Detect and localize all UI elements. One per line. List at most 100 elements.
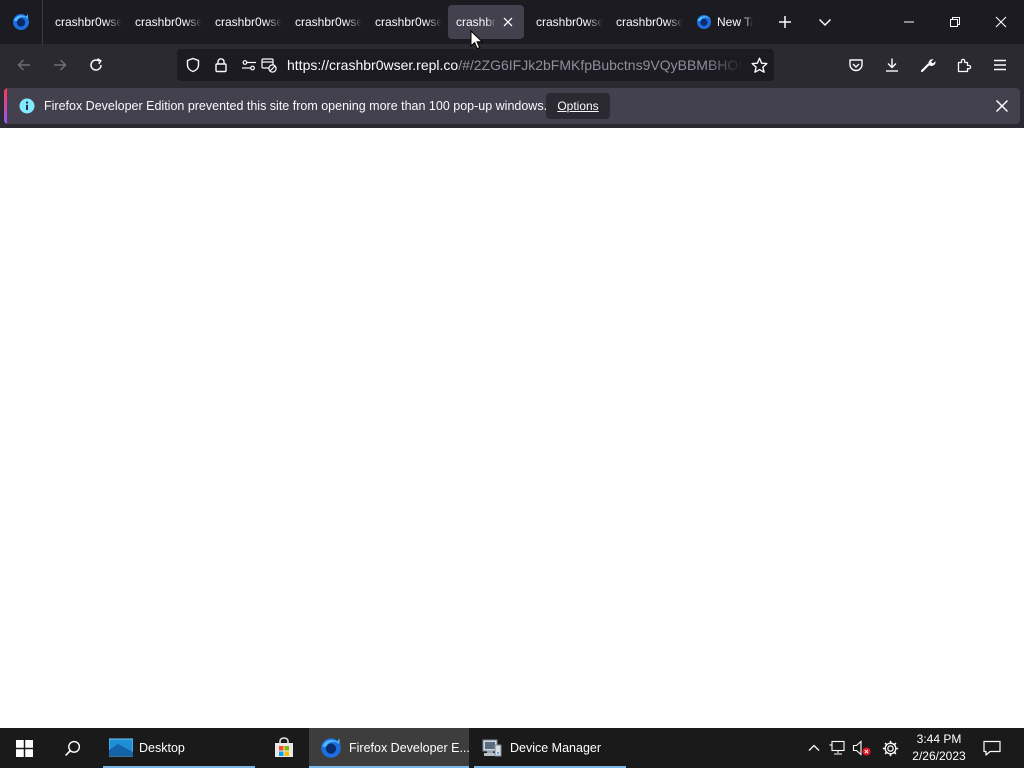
chevron-down-icon	[818, 18, 832, 27]
pocket-button[interactable]	[840, 49, 872, 81]
clock-date: 2/26/2023	[912, 749, 966, 763]
window-minimize-button[interactable]	[886, 0, 932, 44]
desktop-icon	[109, 736, 133, 760]
hamburger-menu-icon	[994, 59, 1006, 71]
taskbar-item-label: Firefox Developer E...	[349, 741, 470, 755]
url-path: /#/2ZG6IFJk2bFMKfpBubctns9VQyBBMBHOID	[458, 57, 743, 73]
url-bar[interactable]: https://crashbr0wser.repl.co/#/2ZG6IFJk2…	[177, 49, 774, 81]
tab-label: crashbr0wser	[135, 15, 202, 29]
gear-icon	[882, 740, 898, 756]
forward-button[interactable]	[44, 49, 76, 81]
network-button[interactable]	[828, 738, 848, 758]
action-center-icon	[983, 740, 1001, 756]
forward-arrow-icon	[54, 59, 67, 71]
popup-blocked-button[interactable]	[259, 55, 279, 75]
screen: crashbr0wser crashbr0wser crashbr0wser c…	[0, 0, 1024, 768]
notification-close-button[interactable]	[990, 94, 1014, 118]
microsoft-store-icon	[272, 736, 296, 760]
tab[interactable]: crashbr0wser	[126, 5, 202, 39]
taskbar-item-desktop[interactable]: Desktop	[103, 728, 255, 768]
taskbar-clock[interactable]: 3:44 PM 2/26/2023	[906, 728, 972, 768]
tab[interactable]: crashbr0wser	[527, 5, 603, 39]
restore-icon	[950, 17, 960, 27]
tab-label: crashbr0wser	[456, 15, 496, 29]
firefox-view-button[interactable]	[0, 0, 42, 44]
url-host: https://crashbr0wser.repl.co	[287, 57, 459, 73]
plus-icon	[779, 16, 791, 28]
popup-blocked-icon	[261, 58, 277, 73]
tab-selected[interactable]: crashbr0wser	[448, 5, 524, 39]
shield-icon	[186, 57, 200, 73]
extensions-button[interactable]	[948, 49, 980, 81]
taskbar-item-label: Device Manager	[510, 741, 602, 755]
window-restore-button[interactable]	[932, 0, 978, 44]
close-icon	[995, 99, 1009, 113]
minimize-icon	[904, 21, 914, 23]
notification-options-button[interactable]: Options	[546, 93, 610, 119]
url-text[interactable]: https://crashbr0wser.repl.co/#/2ZG6IFJk2…	[287, 49, 743, 81]
tab-close-button[interactable]	[500, 14, 516, 30]
navigation-toolbar: https://crashbr0wser.repl.co/#/2ZG6IFJk2…	[0, 44, 1024, 86]
taskbar-item-label: Desktop	[139, 741, 185, 755]
network-icon	[829, 740, 845, 755]
page-content[interactable]	[0, 128, 1024, 728]
back-button[interactable]	[8, 49, 40, 81]
tab[interactable]: crashbr0wser	[286, 5, 362, 39]
tray-overflow-button[interactable]	[804, 738, 824, 758]
volume-button[interactable]	[852, 738, 872, 758]
search-icon	[64, 740, 80, 756]
firefox-favicon-icon	[696, 14, 712, 30]
new-tab-button[interactable]	[769, 6, 801, 38]
downloads-button[interactable]	[876, 49, 908, 81]
tab[interactable]: crashbr0wser	[607, 5, 683, 39]
window-close-button[interactable]	[978, 0, 1024, 44]
reload-button[interactable]	[80, 49, 112, 81]
clock-time: 3:44 PM	[916, 732, 962, 746]
close-icon	[503, 17, 513, 27]
notification-message: Firefox Developer Edition prevented this…	[44, 99, 548, 113]
tab-label: crashbr0wser	[616, 15, 683, 29]
device-manager-icon	[480, 736, 504, 760]
taskbar-item-firefox[interactable]: Firefox Developer E...	[309, 728, 470, 768]
permissions-button[interactable]	[239, 55, 259, 75]
pocket-icon	[849, 59, 863, 72]
tab-strip-separator	[42, 0, 43, 44]
tab-strip: crashbr0wser crashbr0wser crashbr0wser c…	[0, 0, 1024, 44]
info-icon	[19, 98, 35, 114]
permissions-icon	[242, 60, 256, 71]
windows-taskbar: Desktop Firefox Developer E... Device Ma…	[0, 728, 1024, 768]
close-icon	[995, 16, 1007, 28]
tab[interactable]: crashbr0wser	[206, 5, 282, 39]
application-menu-button[interactable]	[984, 49, 1016, 81]
notification-bar: Firefox Developer Edition prevented this…	[0, 86, 1024, 128]
chevron-up-icon	[808, 744, 820, 751]
back-arrow-icon	[17, 59, 30, 71]
star-icon	[750, 57, 768, 73]
reload-icon	[90, 58, 102, 71]
tab-new-tab[interactable]: New Tab	[687, 5, 759, 39]
tab[interactable]: crashbr0wser	[46, 5, 122, 39]
bookmark-button[interactable]	[749, 55, 769, 75]
list-all-tabs-button[interactable]	[809, 6, 841, 38]
popup-blocked-notification: Firefox Developer Edition prevented this…	[4, 88, 1020, 124]
download-icon	[886, 58, 898, 72]
developer-tools-button[interactable]	[912, 49, 944, 81]
windows-start-icon	[15, 739, 33, 757]
tab-label: crashbr0wser	[295, 15, 362, 29]
volume-muted-icon	[852, 740, 871, 756]
taskbar-search-button[interactable]	[48, 728, 96, 768]
tab-label: crashbr0wser	[536, 15, 603, 29]
taskbar-item-store[interactable]	[263, 728, 305, 768]
settings-tray-button[interactable]	[880, 738, 900, 758]
taskbar-item-device-manager[interactable]: Device Manager	[474, 728, 626, 768]
tab-label: crashbr0wser	[215, 15, 282, 29]
tab[interactable]: crashbr0wser	[366, 5, 442, 39]
firefox-developer-logo-icon	[13, 14, 29, 30]
tab-label: crashbr0wser	[55, 15, 122, 29]
site-security-button[interactable]	[211, 55, 231, 75]
tracking-protection-button[interactable]	[183, 55, 203, 75]
puzzle-icon	[957, 58, 972, 73]
action-center-button[interactable]	[982, 738, 1002, 758]
wrench-icon	[920, 59, 936, 73]
start-button[interactable]	[0, 728, 48, 768]
